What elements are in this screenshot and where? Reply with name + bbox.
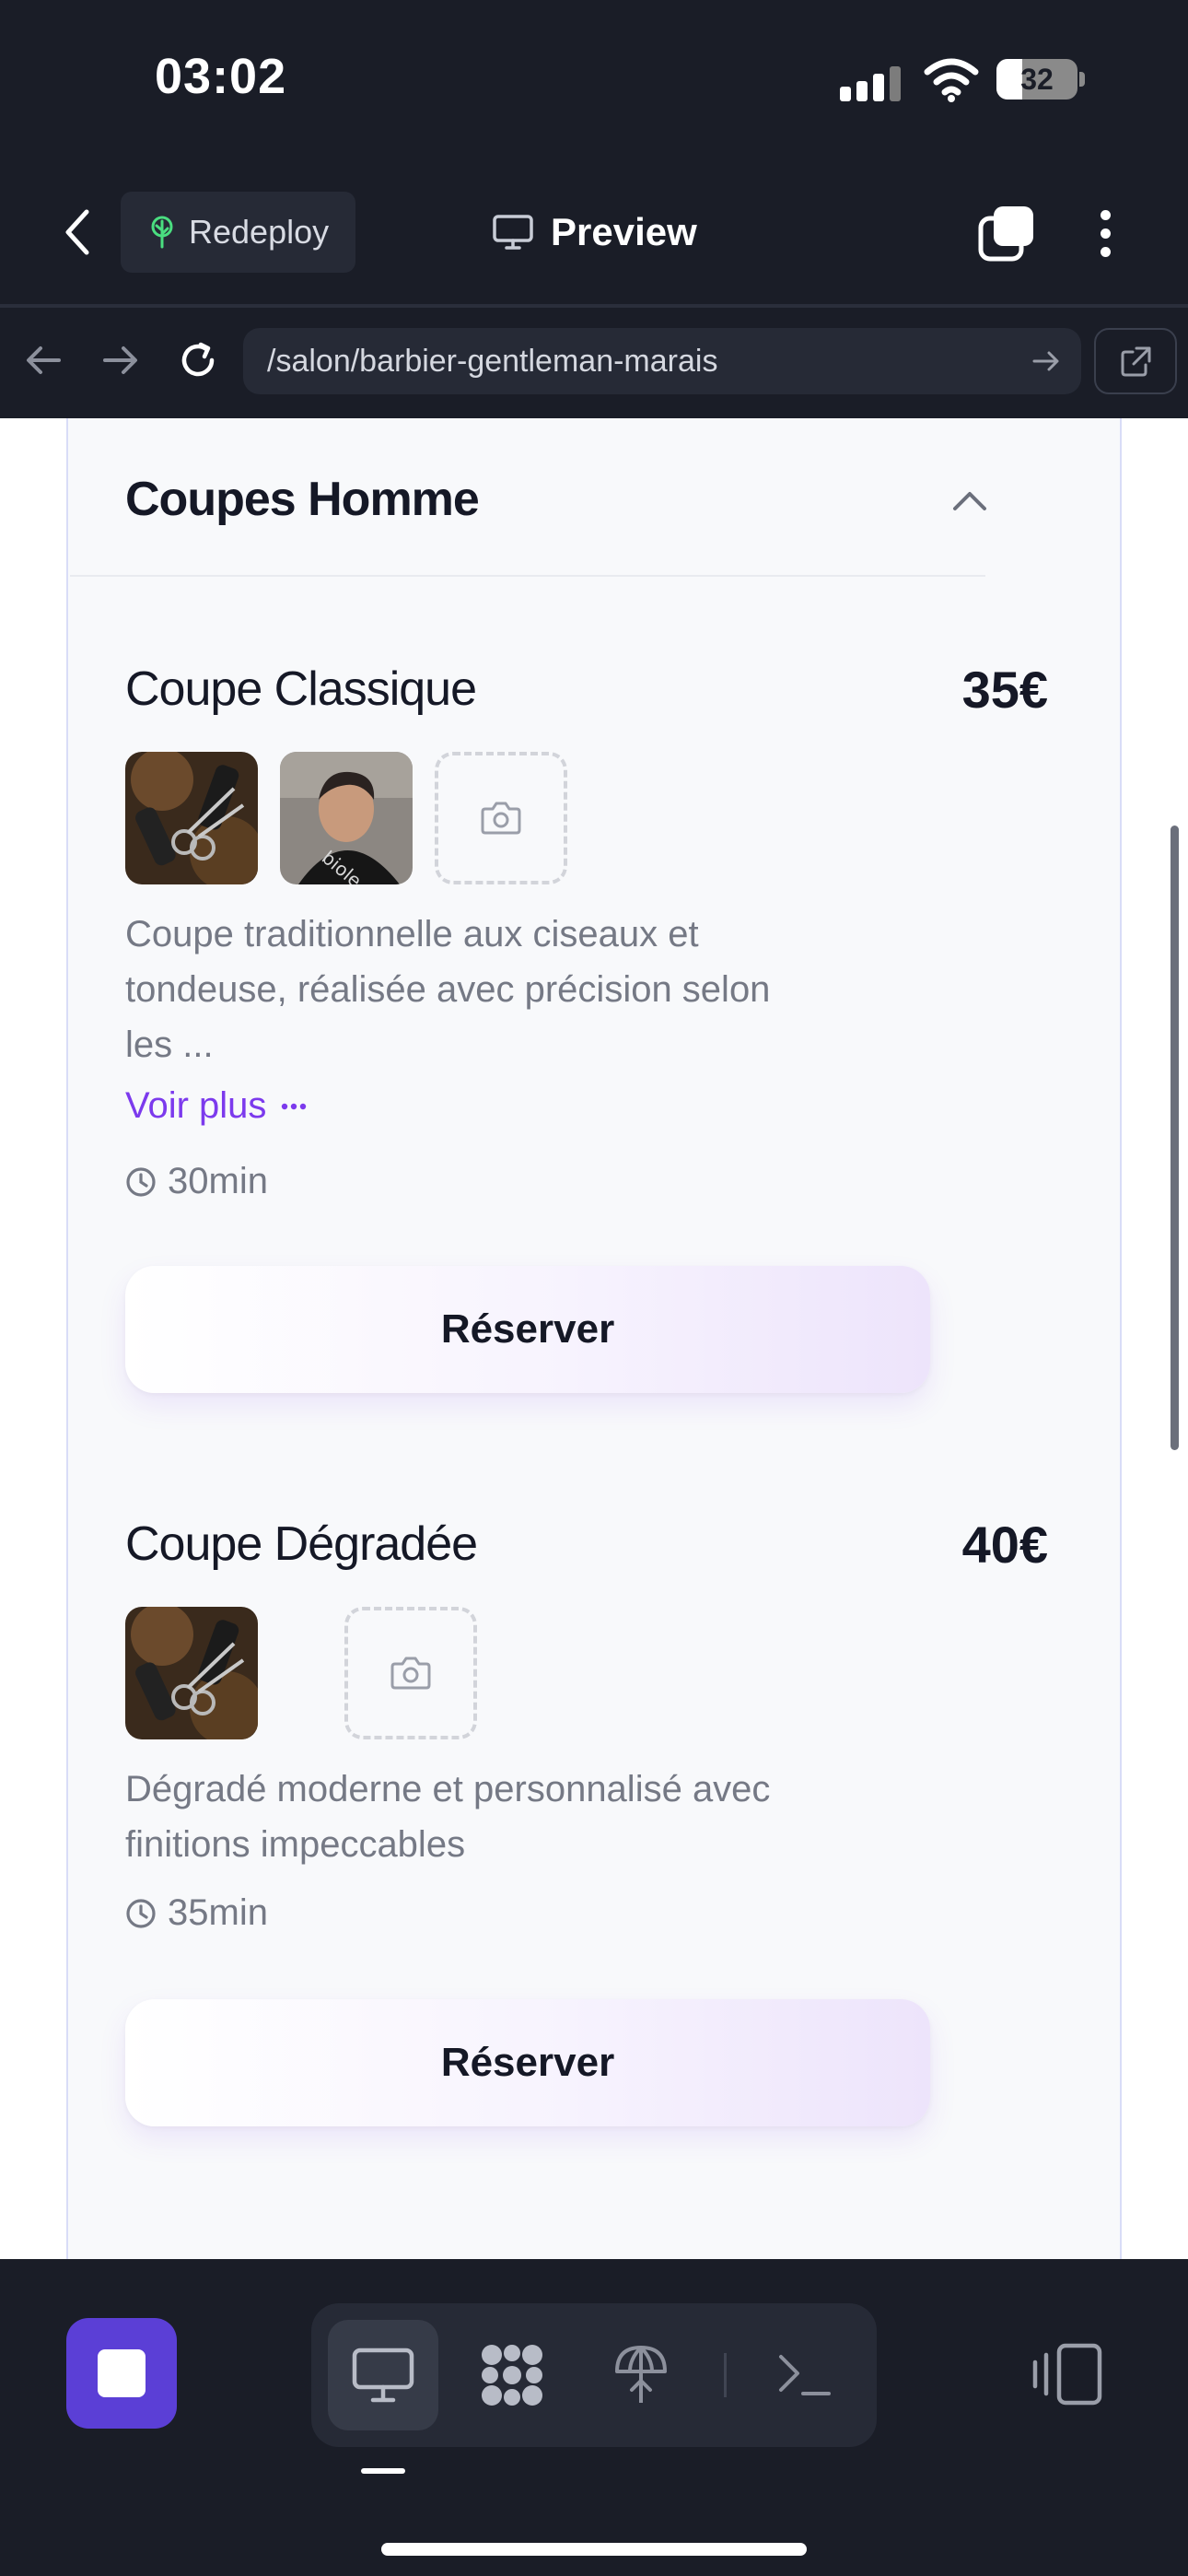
service-photo-tools[interactable] [125, 752, 258, 884]
arrow-right-icon[interactable] [98, 337, 144, 383]
status-time: 03:02 [155, 49, 287, 104]
wifi-icon [924, 58, 979, 102]
duration-text: 30min [168, 1161, 268, 1201]
service-price: 35€ [961, 661, 1048, 719]
tab-integrations[interactable] [457, 2320, 567, 2430]
service-description: Dégradé moderne et personnalisé avec fin… [125, 1769, 771, 1865]
device-toggle-icon[interactable] [1030, 2342, 1105, 2406]
section-divider [70, 575, 985, 577]
see-more-link[interactable]: Voir plus [125, 1085, 307, 1127]
battery-icon: 32 [996, 59, 1077, 100]
preview-viewport[interactable]: Coupes Homme Coupe Classique 35€ biole C… [0, 418, 1188, 2259]
scrollbar-thumb[interactable] [1171, 825, 1179, 1450]
battery-level: 32 [1020, 63, 1054, 96]
open-external-button[interactable] [1094, 328, 1177, 394]
chevron-left-icon[interactable] [55, 205, 101, 260]
service-name: Coupe Dégradée [125, 1517, 478, 1571]
reserve-button[interactable]: Réserver [125, 1266, 930, 1393]
tab-preview[interactable] [328, 2320, 438, 2430]
service-photo-tools[interactable] [125, 1607, 258, 1739]
camera-icon [390, 1657, 431, 1690]
tab-terminal[interactable] [750, 2320, 860, 2430]
url-text: /salon/barbier-gentleman-marais [267, 343, 718, 379]
toolbar-divider [0, 304, 1188, 308]
service-price: 40€ [961, 1516, 1048, 1574]
external-link-icon [1121, 346, 1151, 377]
reserve-button[interactable]: Réserver [125, 1999, 930, 2126]
duration-text: 35min [168, 1892, 268, 1933]
bottom-tab-group [311, 2303, 877, 2447]
service-photo-haircut[interactable]: biole [280, 752, 413, 884]
stop-icon [98, 2349, 146, 2397]
chevron-up-icon[interactable] [950, 486, 989, 514]
battery-nub [1079, 72, 1085, 87]
redeploy-label: Redeploy [189, 213, 330, 251]
redeploy-button[interactable]: Redeploy [121, 192, 355, 273]
preview-label: Preview [551, 210, 697, 253]
tree-icon [151, 216, 173, 249]
clock-icon [126, 1166, 156, 1197]
reload-icon[interactable] [175, 337, 221, 383]
add-photo-button[interactable] [435, 752, 567, 884]
active-tab-indicator [361, 2468, 405, 2474]
tabs-icon[interactable] [978, 205, 1035, 262]
service-name: Coupe Classique [125, 662, 477, 716]
monitor-icon [352, 2348, 414, 2403]
more-vertical-icon[interactable] [1096, 206, 1114, 262]
add-photo-button[interactable] [344, 1607, 477, 1739]
home-indicator[interactable] [381, 2543, 807, 2556]
tab-deploy[interactable] [586, 2320, 696, 2430]
deploy-icon [615, 2346, 667, 2403]
clock-icon [126, 1898, 156, 1928]
go-arrow-icon[interactable] [1030, 345, 1063, 378]
camera-icon [481, 802, 521, 835]
stop-button[interactable] [66, 2318, 177, 2429]
monitor-icon [493, 215, 533, 250]
puzzle-icon [482, 2345, 542, 2406]
see-more-label: Voir plus [125, 1085, 267, 1126]
preview-title: Preview [492, 205, 697, 260]
cellular-signal-icon [840, 64, 906, 101]
section-title: Coupes Homme [125, 473, 480, 526]
arrow-left-icon[interactable] [20, 337, 66, 383]
terminal-icon [779, 2355, 831, 2395]
service-duration: 30min [125, 1161, 268, 1202]
service-duration: 35min [125, 1892, 268, 1934]
more-horizontal-icon [282, 1103, 307, 1109]
tab-separator [724, 2353, 727, 2397]
service-description: Coupe traditionnelle aux ciseaux et tond… [125, 914, 771, 1065]
url-input[interactable]: /salon/barbier-gentleman-marais [243, 328, 1081, 394]
